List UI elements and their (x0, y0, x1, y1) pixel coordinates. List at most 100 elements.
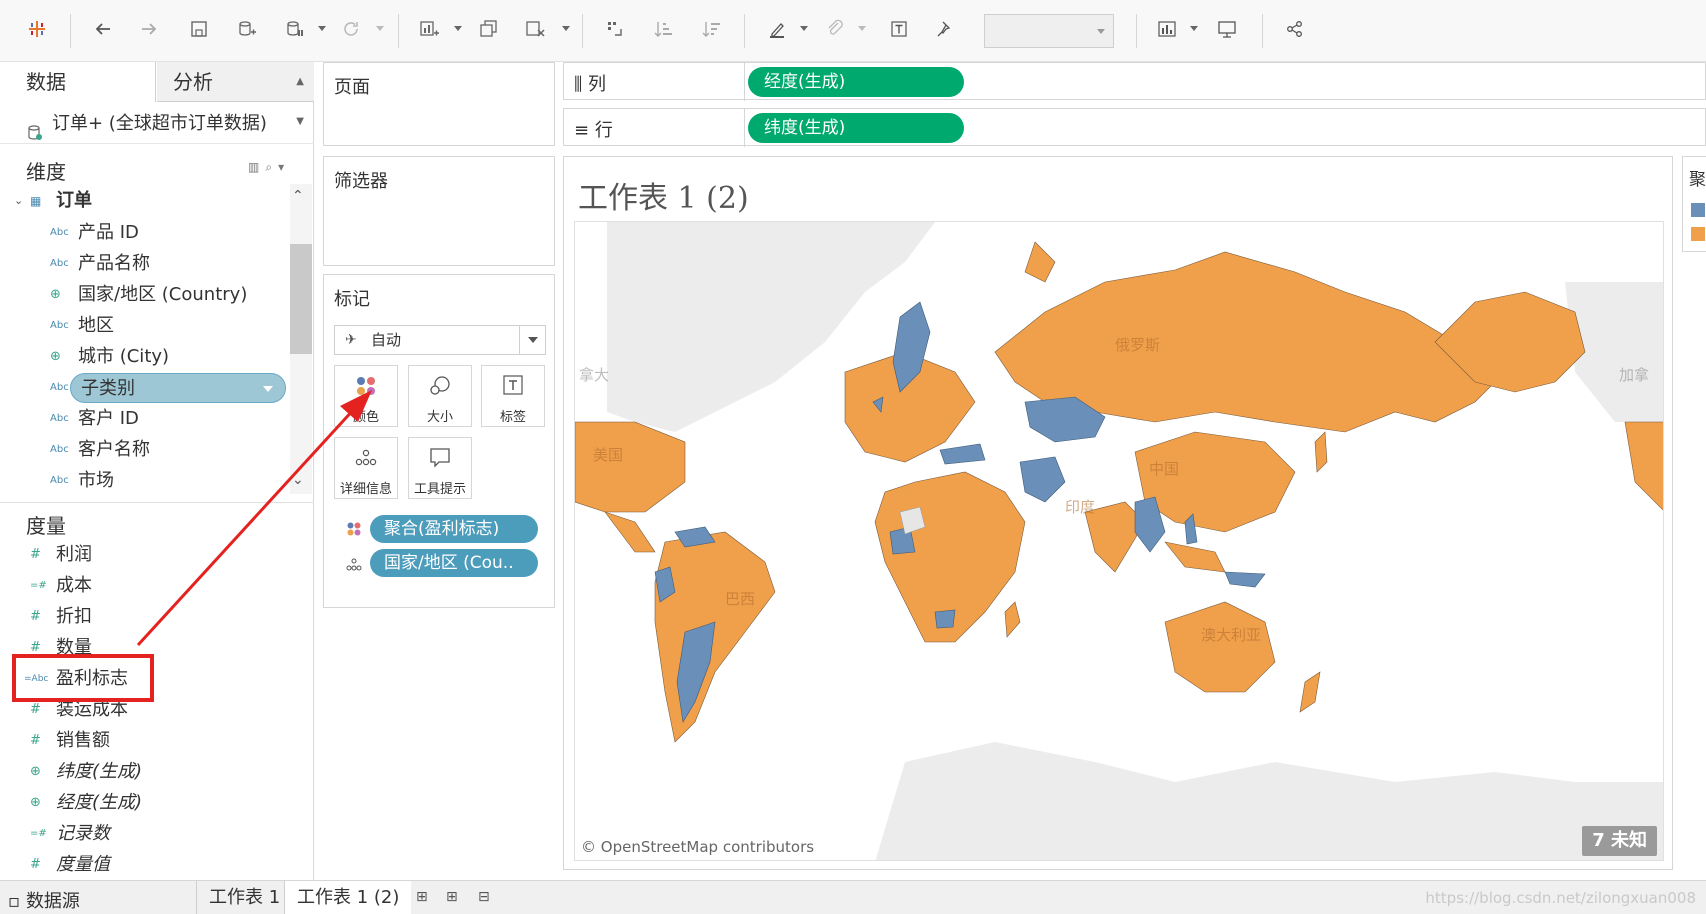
marks-title: 标记 (334, 289, 370, 310)
watermark-text: https://blog.csdn.net/zilongxuan008 (1425, 889, 1696, 907)
sort-descending-icon[interactable] (696, 14, 726, 44)
datasource-name: 订单+ (全球超市订单数据) (52, 113, 267, 134)
field-customer-name[interactable]: Abc 客户名称 (0, 435, 290, 465)
filters-card[interactable]: 筛选器 (323, 156, 555, 266)
rows-label: 行 (594, 120, 613, 141)
redo-icon[interactable] (134, 14, 164, 44)
field-cost[interactable]: =# 成本 (0, 571, 300, 601)
chevron-down-icon[interactable] (263, 386, 273, 392)
tableau-logo-icon[interactable] (22, 14, 52, 44)
field-customer-id[interactable]: Abc 客户 ID (0, 404, 290, 434)
globe-icon: ⊕ (30, 795, 41, 810)
rows-shelf[interactable]: ≡ 行 纬度(生成) (563, 108, 1706, 147)
detail-button[interactable]: 详细信息 (334, 437, 398, 499)
field-subcategory[interactable]: Abc 子类别 (0, 373, 290, 403)
pin-icon[interactable] (930, 14, 960, 44)
detail-field-pill[interactable]: 国家/地区 (Cou.. (370, 549, 538, 577)
save-icon[interactable] (184, 14, 214, 44)
new-dashboard-icon[interactable]: ⊞ (446, 889, 458, 905)
chevron-down-icon[interactable]: ▾ (278, 160, 290, 174)
sheet-tab-2[interactable]: 工作表 1 (2) (284, 881, 412, 914)
world-map[interactable]: 俄罗斯 美国 中国 印度 巴西 澳大利亚 拿大 加拿 © OpenStreetM… (574, 221, 1664, 861)
chevron-down-icon[interactable] (519, 326, 545, 354)
map-canvas[interactable] (575, 222, 1664, 861)
tooltip-button[interactable]: 工具提示 (408, 437, 472, 499)
search-icon[interactable]: ⌕ (265, 160, 278, 174)
duplicate-sheet-icon[interactable] (474, 14, 504, 44)
share-icon[interactable] (1280, 14, 1310, 44)
legend-swatch-loss[interactable] (1691, 203, 1705, 217)
sort-ascending-icon[interactable] (648, 14, 678, 44)
pause-updates-icon[interactable] (280, 14, 310, 44)
dimensions-title: 维度 (26, 160, 66, 184)
annotation-highlight-box (12, 654, 154, 702)
field-pill-subcategory[interactable]: 子类别 (70, 373, 286, 403)
field-country[interactable]: ⊕ 国家/地区 (Country) (0, 280, 290, 310)
view-options-icon[interactable]: ▥ (248, 160, 265, 174)
tooltip-icon (409, 446, 471, 472)
tab-data[interactable]: 数据 (0, 62, 156, 102)
rows-icon: ≡ (574, 120, 590, 141)
legend-swatch-profit[interactable] (1691, 227, 1705, 241)
longitude-pill[interactable]: 经度(生成) (748, 67, 964, 97)
size-button[interactable]: 大小 (408, 365, 472, 427)
pages-card[interactable]: 页面 (323, 62, 555, 146)
field-product-id[interactable]: Abc 产品 ID (0, 218, 290, 248)
color-icon (335, 374, 397, 400)
datasource-item[interactable]: 订单+ (全球超市订单数据) (0, 104, 314, 144)
field-sales[interactable]: # 销售额 (0, 726, 300, 756)
color-button[interactable]: 颜色 (334, 365, 398, 427)
new-story-icon[interactable]: ⊟ (478, 889, 490, 905)
color-legend[interactable]: 聚 (1682, 156, 1706, 252)
field-longitude[interactable]: ⊕ 经度(生成) (0, 788, 300, 818)
unknown-locations-badge[interactable]: 7 未知 (1582, 826, 1657, 856)
folder-orders[interactable]: ⌄ ▦ 订单 (0, 186, 290, 216)
scroll-down-icon[interactable]: ⌄ (292, 472, 304, 488)
map-label-usa: 美国 (593, 446, 624, 464)
label-icon[interactable] (884, 14, 914, 44)
highlight-icon[interactable] (762, 14, 792, 44)
datasource-tab[interactable]: ▫ 数据源 (8, 887, 80, 913)
string-type-icon: Abc (50, 258, 69, 269)
sheet-tab-1[interactable]: 工作表 1 (196, 881, 292, 914)
undo-icon[interactable] (88, 14, 118, 44)
chevron-down-icon[interactable]: ⌄ (14, 186, 23, 216)
columns-label: 列 (588, 74, 607, 95)
color-field-pill[interactable]: 聚合(盈利标志) (370, 515, 538, 543)
map-attribution[interactable]: © OpenStreetMap contributors (581, 838, 814, 856)
field-market[interactable]: Abc 市场 (0, 466, 290, 496)
new-worksheet-icon[interactable] (414, 14, 444, 44)
field-region[interactable]: Abc 地区 (0, 311, 290, 341)
table-icon: ▦ (30, 194, 42, 208)
presentation-icon[interactable] (1212, 14, 1242, 44)
map-label-australia: 澳大利亚 (1201, 626, 1262, 644)
latitude-pill[interactable]: 纬度(生成) (748, 113, 964, 143)
swap-axes-icon[interactable] (600, 14, 630, 44)
show-me-icon[interactable] (1152, 14, 1182, 44)
string-type-icon: Abc (50, 475, 69, 486)
label-button[interactable]: 标签 (481, 365, 545, 427)
clear-sheet-icon[interactable] (520, 14, 550, 44)
fit-dropdown[interactable] (984, 14, 1114, 48)
worksheet-title[interactable]: 工作表 1 (2) (578, 173, 749, 217)
group-icon[interactable] (820, 14, 850, 44)
new-worksheet-icon[interactable]: ⊞ (416, 889, 428, 905)
map-label-russia: 俄罗斯 (1115, 336, 1161, 354)
mark-type-dropdown[interactable]: ✈ 自动 (334, 325, 546, 355)
tab-analysis[interactable]: 分析 ▲ ▼ (157, 62, 314, 127)
field-discount[interactable]: # 折扣 (0, 602, 300, 632)
field-latitude[interactable]: ⊕ 纬度(生成) (0, 757, 300, 787)
columns-shelf[interactable]: ⫼ 列 经度(生成) (563, 62, 1706, 101)
field-product-name[interactable]: Abc 产品名称 (0, 249, 290, 279)
field-profit[interactable]: # 利润 (0, 540, 300, 570)
string-type-icon: Abc (50, 413, 69, 424)
refresh-icon[interactable] (336, 14, 366, 44)
new-datasource-icon[interactable] (232, 14, 262, 44)
measures-title: 度量 (26, 514, 66, 538)
field-record-count[interactable]: =# 记录数 (0, 819, 300, 849)
dimensions-header: 维度 ▥⌕▾ (0, 152, 314, 186)
scroll-up-icon[interactable]: ⌃ (292, 188, 304, 204)
field-city[interactable]: ⊕ 城市 (City) (0, 342, 290, 372)
scrollbar-thumb[interactable] (290, 244, 312, 354)
field-measure-values[interactable]: # 度量值 (0, 850, 300, 880)
